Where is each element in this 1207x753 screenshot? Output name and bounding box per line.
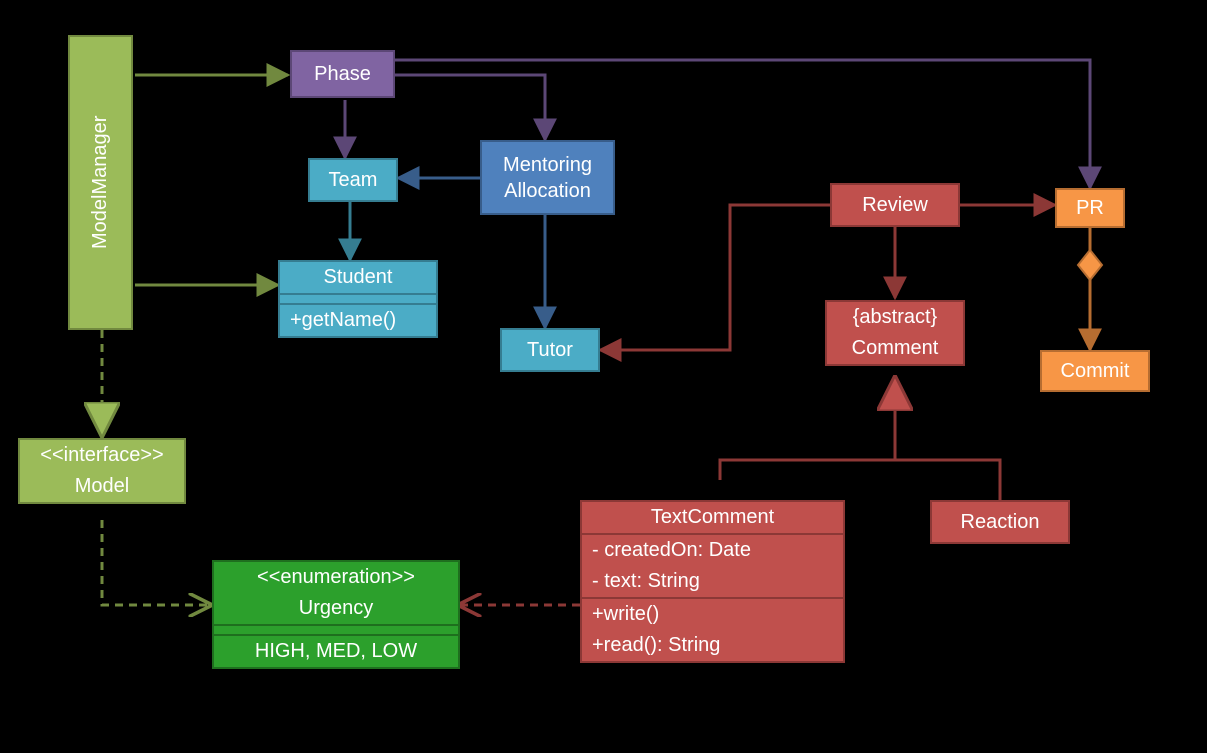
enum-values: HIGH, MED, LOW [214, 634, 458, 667]
class-label: Urgency [214, 593, 458, 624]
class-textcomment: TextComment - createdOn: Date - text: St… [580, 500, 845, 663]
enum-urgency: <<enumeration>> Urgency HIGH, MED, LOW [212, 560, 460, 669]
class-team: Team [308, 158, 398, 202]
class-attr: - text: String [582, 566, 843, 597]
class-label: PR [1057, 193, 1123, 224]
class-label: Team [310, 165, 396, 196]
interface-model: <<interface>> Model [18, 438, 186, 504]
class-label: Comment [827, 333, 963, 364]
class-comment: {abstract} Comment [825, 300, 965, 366]
class-label: Model [20, 471, 184, 502]
class-phase: Phase [290, 50, 395, 98]
class-label: Reaction [932, 507, 1068, 538]
stereotype-label: <<enumeration>> [214, 562, 458, 593]
class-label: Review [832, 190, 958, 221]
class-attr: - createdOn: Date [582, 533, 843, 566]
class-tutor: Tutor [500, 328, 600, 372]
stereotype-label: {abstract} [827, 302, 963, 333]
class-label: Student [280, 262, 436, 293]
class-label: Tutor [502, 335, 598, 366]
class-label: Mentoring Allocation [482, 148, 613, 208]
class-method: +getName() [280, 303, 436, 336]
class-method: +read(): String [582, 630, 843, 661]
class-method: +write() [582, 597, 843, 630]
class-label: Phase [292, 59, 393, 90]
class-mentoring-allocation: Mentoring Allocation [480, 140, 615, 215]
class-label: TextComment [582, 502, 843, 533]
class-commit: Commit [1040, 350, 1150, 392]
stereotype-label: <<interface>> [20, 440, 184, 471]
class-review: Review [830, 183, 960, 227]
class-pr: PR [1055, 188, 1125, 228]
class-modelmanager: ModelManager [68, 35, 133, 330]
class-student: Student +getName() [278, 260, 438, 338]
class-label: ModelManager [70, 37, 131, 328]
class-reaction: Reaction [930, 500, 1070, 544]
class-label: Commit [1042, 356, 1148, 387]
